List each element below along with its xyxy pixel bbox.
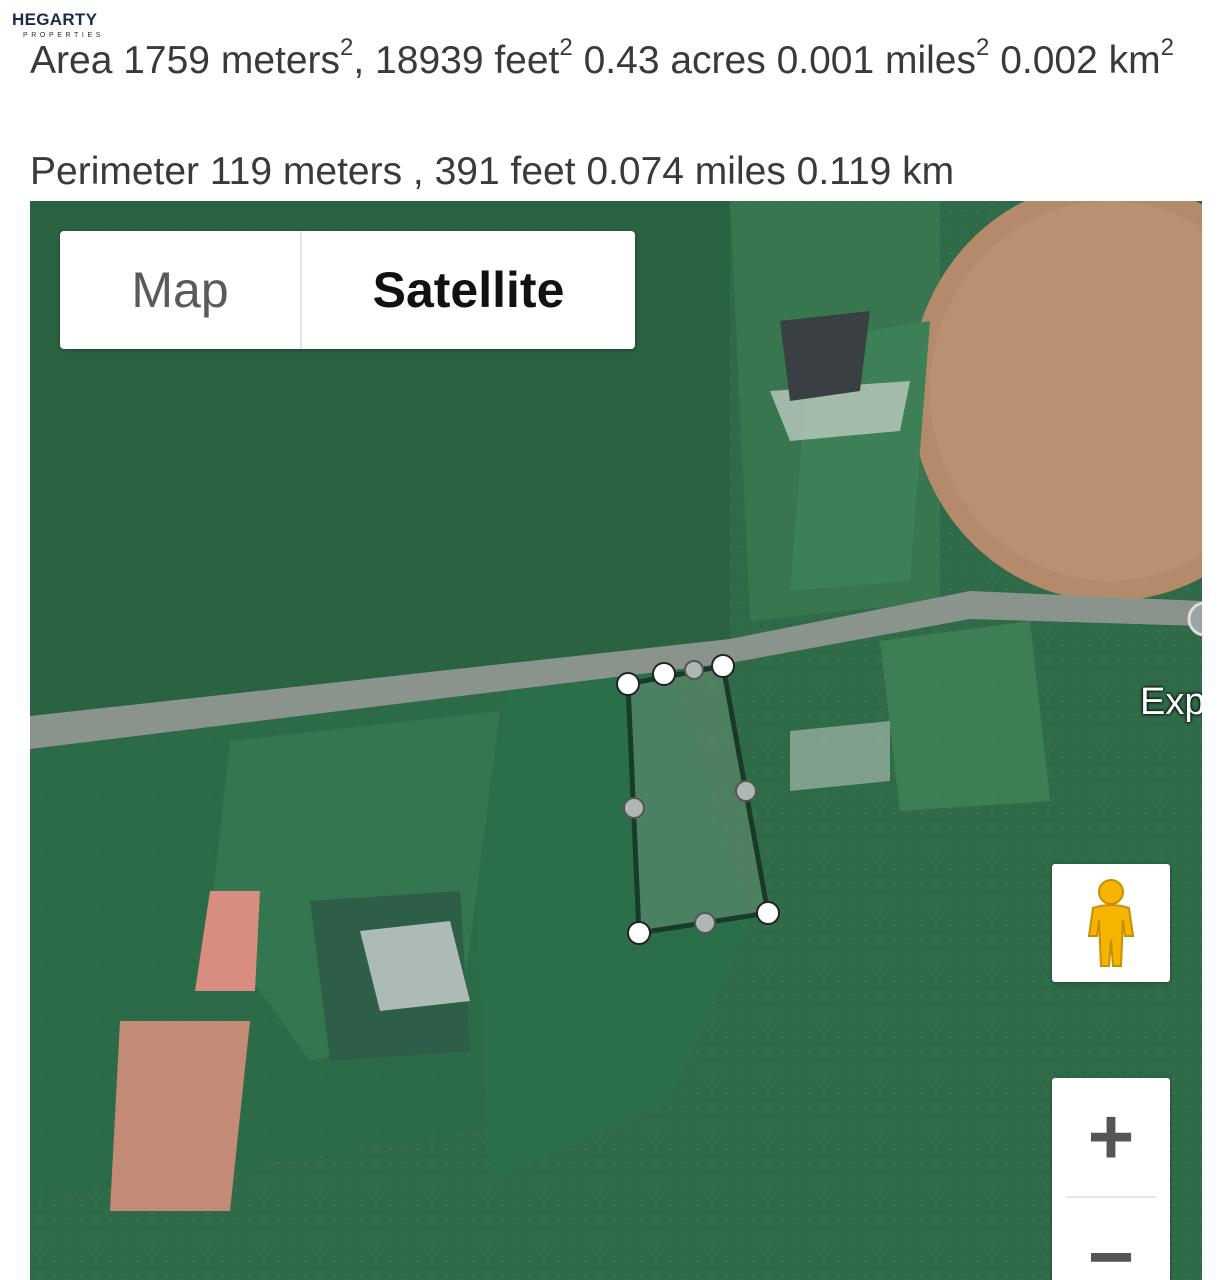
area-meters: 1759 meters bbox=[123, 39, 341, 82]
area-measurement: Area 1759 meters2, 18939 feet2 0.43 acre… bbox=[30, 26, 1210, 87]
satellite-map[interactable]: Map Satellite Exp + − bbox=[30, 201, 1202, 1280]
zoom-in-icon[interactable]: + bbox=[1052, 1078, 1170, 1196]
place-label: Exp bbox=[1140, 681, 1202, 723]
vertex-handle[interactable] bbox=[616, 672, 640, 696]
pegman-icon bbox=[1087, 879, 1135, 967]
area-feet-exponent: 2 bbox=[559, 34, 573, 61]
area-km: 0.002 km bbox=[1000, 39, 1161, 82]
midpoint-handle[interactable] bbox=[694, 912, 716, 934]
area-feet: , 18939 feet bbox=[353, 39, 560, 82]
street-view-button[interactable] bbox=[1052, 864, 1170, 982]
zoom-control: + − bbox=[1052, 1078, 1170, 1280]
satellite-imagery bbox=[30, 201, 1202, 1280]
midpoint-handle[interactable] bbox=[684, 660, 704, 680]
satellite-type-button[interactable]: Satellite bbox=[302, 231, 635, 349]
area-miles: 0.001 miles bbox=[776, 39, 976, 82]
map-type-button[interactable]: Map bbox=[60, 231, 302, 349]
area-miles-exponent: 2 bbox=[976, 34, 990, 61]
midpoint-handle[interactable] bbox=[735, 780, 757, 802]
vertex-handle[interactable] bbox=[627, 921, 651, 945]
area-meters-exponent: 2 bbox=[340, 34, 354, 61]
vertex-handle[interactable] bbox=[711, 654, 735, 678]
area-acres: 0.43 acres bbox=[583, 39, 766, 82]
perimeter-measurement: Perimeter 119 meters , 391 feet 0.074 mi… bbox=[30, 150, 955, 193]
map-type-control: Map Satellite bbox=[60, 231, 635, 349]
vertex-handle[interactable] bbox=[652, 662, 676, 686]
area-label: Area bbox=[30, 39, 113, 82]
zoom-out-icon[interactable]: − bbox=[1052, 1198, 1170, 1280]
midpoint-handle[interactable] bbox=[623, 797, 645, 819]
vertex-handle[interactable] bbox=[756, 901, 780, 925]
area-km-exponent: 2 bbox=[1160, 34, 1174, 61]
